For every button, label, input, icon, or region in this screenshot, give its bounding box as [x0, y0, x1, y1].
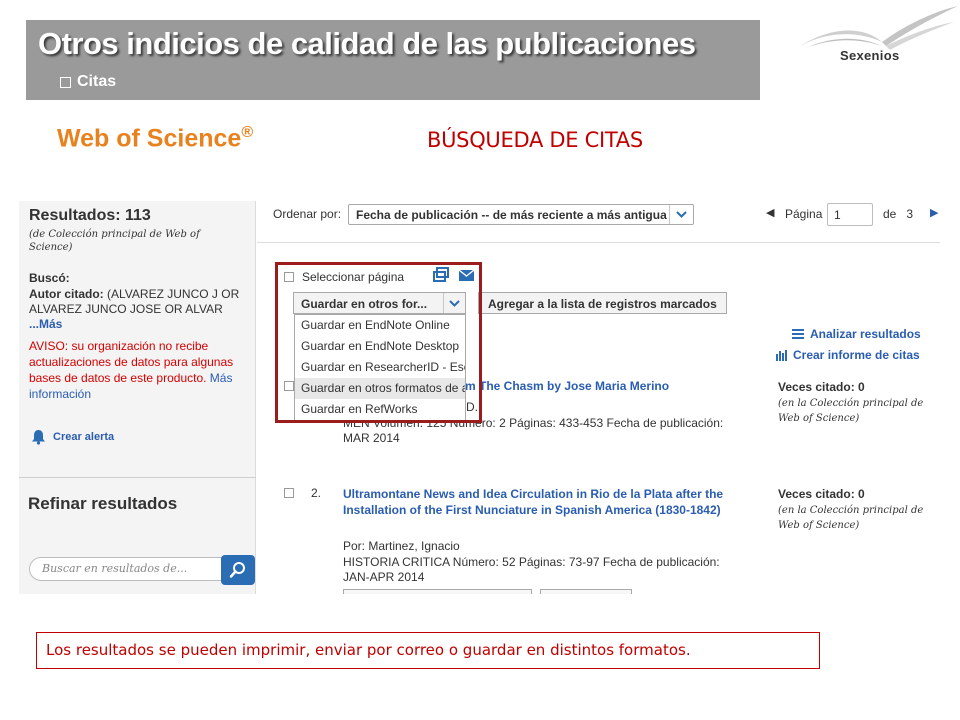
record-checkbox[interactable] — [284, 488, 294, 498]
times-cited-note: (en la Colección principal de Web of Sci… — [778, 398, 924, 424]
slide-title: Otros indicios de calidad de las publica… — [38, 26, 696, 61]
times-cited: Veces citado: 0 — [778, 487, 865, 501]
bottom-note: Los resultados se pueden imprimir, envia… — [36, 632, 820, 669]
search-button[interactable] — [221, 555, 255, 585]
chevron-down-icon — [669, 205, 693, 224]
citation-report-label: Crear informe de citas — [793, 348, 920, 362]
bar-chart-icon — [776, 349, 787, 361]
analyze-results-link[interactable]: Analizar resultados — [792, 327, 921, 341]
page-number-input[interactable]: 1 — [827, 203, 873, 226]
slide-header-banner: Otros indicios de calidad de las publica… — [26, 20, 760, 100]
searched-label: Buscó: — [29, 271, 70, 285]
record-action-button[interactable] — [540, 589, 632, 594]
results-database: (de Colección principal de Web of Scienc… — [29, 229, 200, 253]
divider — [19, 477, 256, 478]
record-number: 2. — [311, 486, 322, 500]
create-alert-label: Crear alerta — [53, 431, 115, 443]
record-date: JAN-APR 2014 — [343, 570, 425, 584]
results-sidebar: Resultados: 113 (de Colección principal … — [19, 201, 256, 594]
page-label: Página — [785, 207, 823, 221]
record-date: MAR 2014 — [343, 431, 400, 445]
warning-text: AVISO: su organización no recibe actuali… — [29, 339, 234, 385]
record-title[interactable]: Ultramontane News and Idea Circulation i… — [343, 486, 748, 518]
times-cited: Veces citado: 0 — [778, 380, 865, 394]
sort-selected-value: Fecha de publicación -- de más reciente … — [356, 208, 667, 222]
subtitle-text: Citas — [77, 73, 117, 90]
page-total: de 3 — [883, 207, 913, 221]
more-link[interactable]: ...Más — [29, 317, 62, 331]
warning-notice: AVISO: su organización no recibe actuali… — [29, 338, 249, 402]
list-icon — [792, 329, 804, 339]
create-alert-link[interactable]: Crear alerta — [31, 429, 114, 445]
sort-bar: Ordenar por: Fecha de publicación -- de … — [257, 201, 940, 243]
citation-report-link[interactable]: Crear informe de citas — [776, 348, 920, 362]
sort-select[interactable]: Fecha de publicación -- de más reciente … — [348, 204, 694, 225]
record-title[interactable]: m The Chasm by Jose Maria Merino — [465, 378, 669, 394]
record-source: HISTORIA CRITICA Número: 52 Páginas: 73-… — [343, 555, 720, 569]
highlight-frame — [275, 262, 482, 423]
total-pages: 3 — [906, 207, 914, 221]
bell-icon — [32, 430, 45, 445]
web-of-science-logo: Web of Science® — [57, 124, 253, 153]
wos-brand-text: Web of Science — [57, 124, 242, 153]
wos-registered-mark: ® — [241, 124, 254, 141]
slide-subtitle: Citas — [60, 73, 116, 91]
search-query: Autor citado: (ALVAREZ JUNCO J OR ALVARE… — [29, 287, 249, 332]
refine-search: Buscar en resultados de... — [29, 555, 255, 585]
slide-heading: BÚSQUEDA DE CITAS — [427, 128, 643, 152]
checkbox-bullet-icon — [60, 76, 71, 88]
add-to-marked-list-button[interactable]: Agregar a la lista de registros marcados — [478, 292, 727, 314]
previous-page-button[interactable]: ◀ — [766, 206, 774, 219]
search-icon — [229, 562, 245, 578]
refine-results-title: Refinar resultados — [28, 494, 178, 513]
record-action-button[interactable] — [343, 589, 532, 594]
logo-text: Sexenios — [840, 48, 900, 63]
page-of-label: de — [883, 207, 897, 221]
results-count: Resultados: 113 — [29, 207, 151, 224]
next-page-button[interactable]: ▶ — [930, 206, 938, 219]
author-label: Autor citado: — [29, 287, 104, 301]
sort-label: Ordenar por: — [273, 207, 342, 221]
wos-results-screenshot: Resultados: 113 (de Colección principal … — [19, 201, 940, 594]
times-cited-note: (en la Colección principal de Web of Sci… — [778, 505, 924, 531]
record-author: Por: Martinez, Ignacio — [343, 539, 460, 553]
refine-search-input[interactable]: Buscar en resultados de... — [29, 557, 222, 581]
analyze-results-label: Analizar resultados — [810, 327, 921, 341]
